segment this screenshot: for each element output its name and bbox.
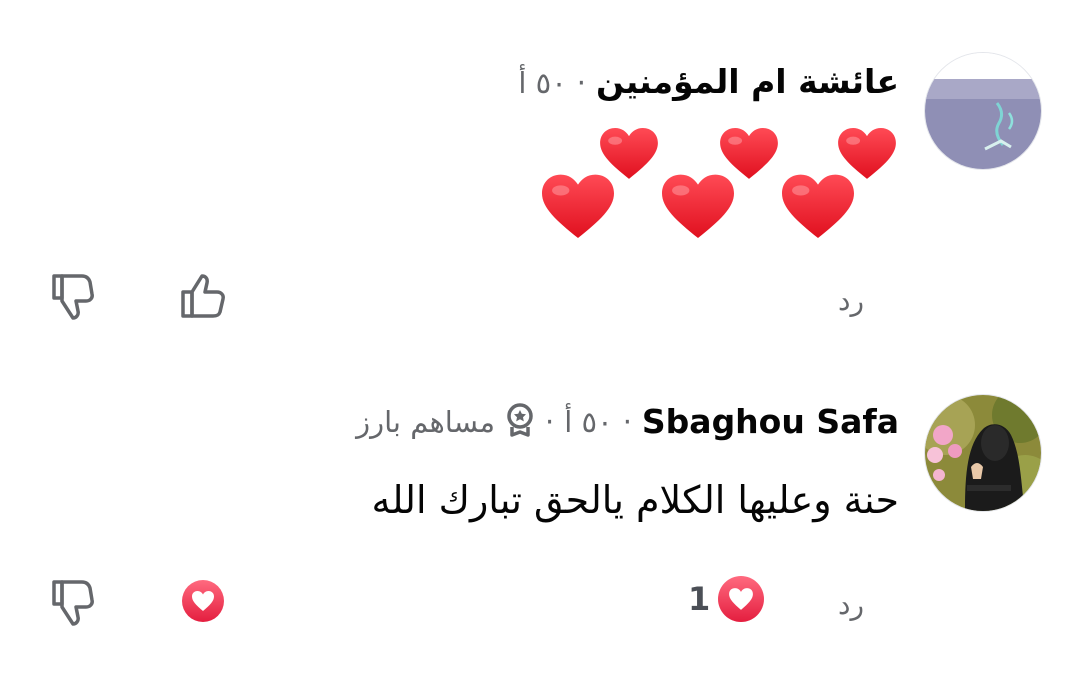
dislike-button[interactable]: [50, 270, 94, 320]
avatar[interactable]: [924, 52, 1042, 170]
timestamp[interactable]: ٥٠ أ: [518, 66, 566, 100]
timestamp[interactable]: ٥٠ أ: [564, 405, 612, 439]
reaction-summary[interactable]: 1: [688, 576, 765, 622]
heart-icon: [192, 591, 214, 611]
separator-dot: ·: [545, 404, 555, 439]
thumbs-up-icon: [181, 274, 225, 318]
like-button[interactable]: [180, 272, 228, 320]
top-contributor-icon: [505, 402, 535, 441]
love-react-button[interactable]: [182, 580, 224, 622]
avatar[interactable]: [924, 394, 1042, 512]
author-name[interactable]: عائشة ام المؤمنين: [596, 62, 899, 101]
separator-dot: ·: [622, 404, 632, 439]
reply-button[interactable]: رد: [838, 284, 864, 317]
comment-header: Sbaghou Safa · ٥٠ أ · مساهم بارز: [356, 402, 899, 441]
emoji-hearts: ❤️❤️❤️❤️❤️❤️: [540, 124, 900, 248]
dislike-button[interactable]: [50, 576, 94, 626]
thumbs-down-icon: [52, 274, 94, 320]
heart-icon: [838, 128, 896, 179]
heart-icon: [600, 128, 658, 179]
top-contributor-badge[interactable]: مساهم بارز: [356, 405, 495, 439]
heart-icon: [542, 174, 614, 238]
separator-dot: ·: [576, 66, 587, 100]
heart-icon: [720, 128, 778, 179]
reply-button[interactable]: رد: [838, 588, 864, 621]
heart-icon: [662, 174, 734, 238]
author-name[interactable]: Sbaghou Safa: [642, 402, 899, 441]
comment-header: عائشة ام المؤمنين · ٥٠ أ: [518, 62, 899, 101]
love-reaction-icon: [718, 576, 765, 622]
heart-icon: [782, 174, 854, 238]
thumbs-down-icon: [52, 580, 94, 626]
comment-text: حنة وعليها الكلام يالحق تبارك الله: [371, 478, 899, 522]
reaction-count: 1: [688, 580, 711, 618]
